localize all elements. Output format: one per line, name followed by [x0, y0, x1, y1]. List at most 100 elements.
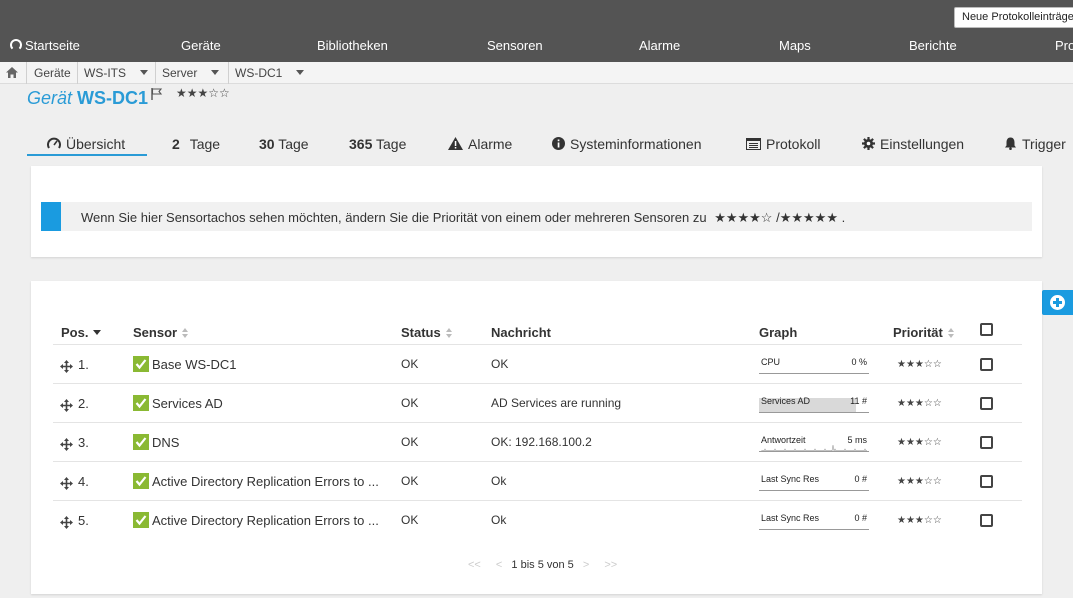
row-select-checkbox[interactable] [980, 475, 993, 488]
sensor-name-link[interactable]: Active Directory Replication Errors to .… [152, 501, 379, 539]
priority-stars-five: ★★★★★ [779, 210, 838, 225]
chevron-down-icon[interactable] [211, 70, 220, 75]
table-row[interactable]: 4. Active Directory Replication Errors t… [53, 461, 1022, 500]
home-icon[interactable] [6, 67, 18, 78]
ok-check-icon [133, 395, 149, 411]
nav-item-devices[interactable]: Geräte [181, 38, 221, 53]
row-select-checkbox[interactable] [980, 514, 993, 527]
row-select-checkbox[interactable] [980, 436, 993, 449]
tab-log[interactable]: Protokoll [746, 132, 820, 156]
column-header-label: Sensor [133, 325, 178, 340]
info-text: Wenn Sie hier Sensortachos sehen möchten… [81, 210, 845, 226]
tab-label: Tage [278, 136, 309, 152]
main-nav: Startseite Geräte Bibliotheken Sensoren … [0, 38, 1073, 58]
breadcrumb-item-device[interactable]: WS-DC1 [235, 62, 305, 84]
priority-stars[interactable]: ★★★☆☆ [897, 398, 942, 409]
breadcrumb-item-devices[interactable]: Geräte [34, 62, 71, 84]
nav-item-sensors[interactable]: Sensoren [487, 38, 543, 53]
column-header-pos[interactable]: Pos. [61, 325, 102, 340]
nav-item-home[interactable]: Startseite [10, 38, 80, 53]
priority-stars[interactable]: ★★★☆☆ [897, 515, 942, 526]
column-header-label: Status [401, 325, 441, 340]
nav-item-maps[interactable]: Maps [779, 38, 811, 53]
info-message: Wenn Sie hier Sensortachos sehen möchten… [41, 202, 1032, 231]
nav-item-label: Startseite [25, 38, 80, 53]
nav-item-libraries[interactable]: Bibliotheken [317, 38, 388, 53]
column-header-status[interactable]: Status [401, 325, 453, 340]
column-header-priority[interactable]: Priorität [893, 325, 955, 340]
column-header-sensor[interactable]: Sensor [133, 325, 189, 340]
breadcrumb-item-group[interactable]: WS-ITS [84, 62, 148, 84]
table-row[interactable]: 3. DNS OK OK: 192.168.100.2 Antwortzeit … [53, 422, 1022, 461]
pager-last-button[interactable]: >> [604, 559, 617, 571]
pager-prev-button[interactable]: < [496, 559, 502, 571]
move-icon[interactable] [60, 438, 73, 451]
device-priority-stars[interactable]: ★★★☆☆ [176, 86, 230, 100]
nav-item-reports[interactable]: Berichte [909, 38, 957, 53]
sensor-message: OK: 192.168.100.2 [491, 435, 592, 449]
select-all-checkbox[interactable] [980, 323, 993, 336]
priority-stars-four: ★★★★☆ [714, 210, 773, 225]
tab-number: 365 [349, 136, 373, 152]
sensor-message: OK [491, 357, 509, 371]
sort-icon [182, 328, 189, 338]
tab-overview[interactable]: Übersicht [27, 132, 147, 156]
nav-item-alarms[interactable]: Alarme [639, 38, 680, 53]
priority-stars[interactable]: ★★★☆☆ [897, 437, 942, 448]
sensor-message: Ok [491, 474, 507, 488]
mini-graph[interactable]: Services AD 11 # [759, 394, 869, 413]
move-icon[interactable] [60, 399, 73, 412]
nav-item-more[interactable]: Pro [1055, 38, 1073, 53]
tab-alarms[interactable]: Alarme [448, 132, 512, 156]
table-row[interactable]: 5. Active Directory Replication Errors t… [53, 500, 1022, 539]
tab-system-info[interactable]: Systeminformationen [552, 132, 702, 156]
table-row[interactable]: 1. Base WS-DC1 OK OK CPU 0 % ★★★☆☆ [53, 344, 1022, 383]
move-icon[interactable] [60, 477, 73, 490]
graph-value: 0 # [854, 474, 867, 484]
sensor-name-link[interactable]: Base WS-DC1 [152, 345, 237, 383]
sensor-name-link[interactable]: Services AD [152, 384, 223, 422]
row-position: 4. [78, 474, 89, 489]
sort-desc-icon [93, 330, 102, 335]
sort-icon [445, 328, 453, 338]
ok-check-icon [133, 512, 149, 528]
tab-label: Alarme [468, 136, 513, 152]
table-row[interactable]: 2. Services AD OK AD Services are runnin… [53, 383, 1022, 422]
pager-first-button[interactable]: << [468, 559, 481, 571]
tab-label: Protokoll [766, 136, 821, 152]
graph-label: Last Sync Res [761, 474, 820, 484]
warning-icon [448, 137, 463, 150]
ok-check-icon [133, 356, 149, 372]
add-sensor-button[interactable] [1042, 290, 1073, 315]
sensor-name-link[interactable]: Active Directory Replication Errors to .… [152, 462, 379, 500]
breadcrumb-item-server[interactable]: Server [162, 62, 220, 84]
move-icon[interactable] [60, 360, 73, 373]
priority-stars[interactable]: ★★★☆☆ [897, 476, 942, 487]
move-icon[interactable] [60, 516, 73, 529]
tab-settings[interactable]: Einstellungen [862, 132, 964, 156]
pager-next-button[interactable]: > [583, 559, 589, 571]
tab-trigger[interactable]: Trigger [1004, 132, 1066, 156]
tab-label: Trigger [1022, 136, 1066, 152]
tab-number: 30 [259, 136, 275, 152]
tab-30-days[interactable]: 30 Tage [259, 132, 309, 156]
row-select-checkbox[interactable] [980, 397, 993, 410]
sensor-name-link[interactable]: DNS [152, 423, 179, 461]
new-log-entries-button[interactable]: Neue Protokolleinträge [954, 7, 1073, 28]
row-select-checkbox[interactable] [980, 358, 993, 371]
mini-graph[interactable]: CPU 0 % [759, 355, 869, 374]
tab-2-days[interactable]: 2 Tage [172, 132, 220, 156]
priority-stars[interactable]: ★★★☆☆ [897, 359, 942, 370]
chevron-down-icon[interactable] [296, 70, 305, 75]
sensor-table-card: Pos. Sensor Status Nachricht Graph Prior… [31, 281, 1042, 594]
row-position: 1. [78, 357, 89, 372]
mini-graph[interactable]: Last Sync Res 0 # [759, 511, 869, 530]
mini-graph[interactable]: Antwortzeit 5 ms [759, 433, 869, 452]
divider [155, 62, 156, 84]
tab-365-days[interactable]: 365 Tage [349, 132, 406, 156]
page-title-prefix: Gerät [27, 88, 73, 108]
mini-graph[interactable]: Last Sync Res 0 # [759, 472, 869, 491]
tab-label: Tage [376, 136, 407, 152]
graph-value: 0 # [854, 513, 867, 523]
chevron-down-icon[interactable] [140, 70, 148, 75]
